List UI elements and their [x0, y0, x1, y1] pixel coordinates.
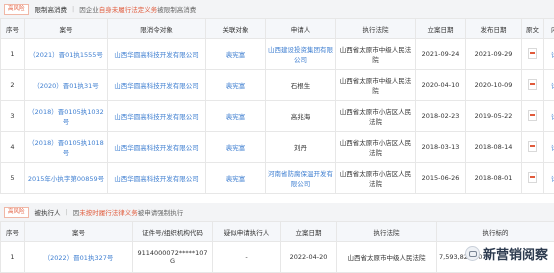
- pdf-icon[interactable]: [522, 163, 544, 194]
- table-row: 2 （2020）晋01执31号 山西华圆高科技开发有限公司 裴宪富 石根生 山西…: [1, 70, 554, 101]
- target-link[interactable]: 山西华圆高科技开发有限公司: [108, 132, 206, 163]
- target-link[interactable]: 山西华圆高科技开发有限公司: [108, 163, 206, 194]
- section-desc-prefix: 因企业: [79, 4, 99, 14]
- col-original: 原文: [522, 19, 544, 39]
- col-court: 执行法院: [337, 222, 437, 242]
- col-case: 案号: [25, 19, 108, 39]
- divider: |: [72, 5, 74, 13]
- section-desc-highlight: 未按时履行法律义务: [79, 207, 138, 217]
- table-header-row: 序号 案号 证件号/组织机构代码 疑似申请执行人 立案日期 执行法院 执行标的: [1, 222, 554, 242]
- col-court: 执行法院: [336, 19, 416, 39]
- table-row: 1 （2021）晋01执1555号 山西华圆高科技开发有限公司 裴宪富 山西建设…: [1, 39, 554, 70]
- row-no: 1: [1, 242, 25, 273]
- col-published: 发布日期: [466, 19, 522, 39]
- row-no: 3: [1, 101, 25, 132]
- related-link[interactable]: 裴宪富: [206, 70, 266, 101]
- target-link[interactable]: 山西华圆高科技开发有限公司: [108, 101, 206, 132]
- col-case: 案号: [25, 222, 133, 242]
- col-applicant: 疑似申请执行人: [213, 222, 281, 242]
- published-date: 2019-05-22: [466, 101, 522, 132]
- row-no: 5: [1, 163, 25, 194]
- court: 山西省太原市小店区人民法院: [336, 101, 416, 132]
- watermark-text: 新营销阅察: [483, 244, 548, 263]
- restriction-table: 序号 案号 限消令对象 关联对象 申请人 执行法院 立案日期 发布日期 原文 内…: [0, 18, 554, 194]
- case-link[interactable]: （2021）晋01执1555号: [25, 39, 108, 70]
- col-id: 证件号/组织机构代码: [133, 222, 213, 242]
- related-link[interactable]: 裴宪富: [206, 101, 266, 132]
- applicant: 石根生: [266, 70, 336, 101]
- case-link[interactable]: （2018）晋0105执1032号: [25, 101, 108, 132]
- section-desc-suffix: 被申请强制执行: [138, 207, 184, 217]
- row-no: 1: [1, 39, 25, 70]
- section-title: 限制高消费: [35, 4, 68, 14]
- id-code: 9114000072*****107G: [133, 242, 213, 273]
- pdf-icon[interactable]: [522, 39, 544, 70]
- court: 山西省太原市小店区人民法院: [336, 132, 416, 163]
- detail-link[interactable]: 详情: [544, 39, 554, 70]
- section-desc-highlight: 自身未履行法定义务: [99, 4, 158, 14]
- table-row: 5 2015年小执字第00859号 山西华圆高科技开发有限公司 裴宪富 河南省防…: [1, 163, 554, 194]
- row-no: 2: [1, 70, 25, 101]
- col-content: 内容: [544, 19, 554, 39]
- court: 山西省太原市中级人民法院: [337, 242, 437, 273]
- court: 山西省太原市中级人民法院: [336, 70, 416, 101]
- filed-date: 2018-03-13: [416, 132, 466, 163]
- detail-link[interactable]: 详情: [544, 132, 554, 163]
- col-filed: 立案日期: [281, 222, 337, 242]
- detail-link[interactable]: 详情: [544, 101, 554, 132]
- section-title: 被执行人: [35, 207, 61, 217]
- applicant: -: [213, 242, 281, 273]
- related-link[interactable]: 裴宪富: [206, 39, 266, 70]
- filed-date: 2020-04-10: [416, 70, 466, 101]
- published-date: 2020-10-09: [466, 70, 522, 101]
- case-link[interactable]: （2020）晋01执31号: [25, 70, 108, 101]
- col-related: 关联对象: [206, 19, 266, 39]
- applicant-link[interactable]: 河南省防腐保温开发有限公司: [266, 163, 336, 194]
- risk-badge: 高风险: [4, 4, 29, 15]
- col-target: 限消令对象: [108, 19, 206, 39]
- case-link[interactable]: （2018）晋0105执1018号: [25, 132, 108, 163]
- divider: |: [66, 208, 68, 216]
- related-link[interactable]: 裴宪富: [206, 132, 266, 163]
- pdf-icon[interactable]: [522, 70, 544, 101]
- pdf-icon[interactable]: [522, 101, 544, 132]
- published-date: 2018-08-14: [466, 132, 522, 163]
- table-row: 3 （2018）晋0105执1032号 山西华圆高科技开发有限公司 裴宪富 高兆…: [1, 101, 554, 132]
- table-row: 4 （2018）晋0105执1018号 山西华圆高科技开发有限公司 裴宪富 刘丹…: [1, 132, 554, 163]
- col-applicant: 申请人: [266, 19, 336, 39]
- col-filed: 立案日期: [416, 19, 466, 39]
- wechat-icon: [465, 246, 480, 261]
- filed-date: 2021-09-24: [416, 39, 466, 70]
- court: 山西省太原市中级人民法院: [336, 39, 416, 70]
- risk-badge: 高风险: [4, 207, 29, 218]
- col-no: 序号: [1, 222, 25, 242]
- filed-date: 2018-02-23: [416, 101, 466, 132]
- court: 山西省太原市小店区人民法院: [336, 163, 416, 194]
- published-date: 2018-08-01: [466, 163, 522, 194]
- watermark: 新营销阅察: [465, 244, 548, 263]
- target-link[interactable]: 山西华圆高科技开发有限公司: [108, 39, 206, 70]
- detail-link[interactable]: 详情: [544, 70, 554, 101]
- case-link[interactable]: （2022）晋01执327号: [25, 242, 133, 273]
- published-date: 2021-09-29: [466, 39, 522, 70]
- filed-date: 2022-04-20: [281, 242, 337, 273]
- section-banner-restriction: 高风险 限制高消费 | 因企业 自身未履行法定义务 被限制高消费: [0, 0, 554, 18]
- detail-link[interactable]: 详情: [544, 163, 554, 194]
- target-link[interactable]: 山西华圆高科技开发有限公司: [108, 70, 206, 101]
- filed-date: 2015-06-26: [416, 163, 466, 194]
- applicant-link[interactable]: 山西建设投资集团有限公司: [266, 39, 336, 70]
- pdf-icon[interactable]: [522, 132, 544, 163]
- applicant: 高兆海: [266, 101, 336, 132]
- col-amount: 执行标的: [437, 222, 554, 242]
- related-link[interactable]: 裴宪富: [206, 163, 266, 194]
- section-banner-executed: 高风险 被执行人 | 因 未按时履行法律义务 被申请强制执行: [0, 203, 554, 221]
- case-link[interactable]: 2015年小执字第00859号: [25, 163, 108, 194]
- col-no: 序号: [1, 19, 25, 39]
- row-no: 4: [1, 132, 25, 163]
- table-header-row: 序号 案号 限消令对象 关联对象 申请人 执行法院 立案日期 发布日期 原文 内…: [1, 19, 554, 39]
- section-desc-suffix: 被限制高消费: [157, 4, 196, 14]
- applicant: 刘丹: [266, 132, 336, 163]
